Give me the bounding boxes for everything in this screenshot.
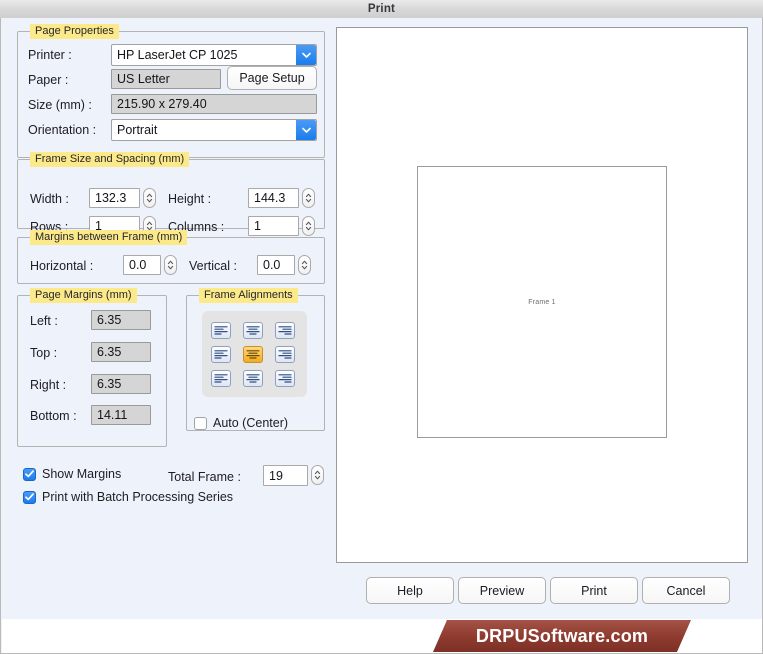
top-margin-value: 6.35 <box>97 345 122 359</box>
drpu-branding-banner: DRPUSoftware.com <box>433 620 691 652</box>
printer-select[interactable]: HP LaserJet CP 1025 <box>111 44 317 66</box>
top-margin-field: 6.35 <box>91 342 151 362</box>
batch-processing-label: Print with Batch Processing Series <box>42 490 234 504</box>
vertical-value: 0.0 <box>263 258 281 272</box>
size-value: 215.90 x 279.40 <box>117 97 207 111</box>
left-margin-value: 6.35 <box>97 313 122 327</box>
preview-button[interactable]: Preview <box>458 577 546 604</box>
right-margin-value: 6.35 <box>97 377 122 391</box>
top-margin-label: Top : <box>30 346 58 360</box>
auto-center-checkbox[interactable]: Auto (Center) <box>194 416 288 430</box>
align-top-right-button[interactable] <box>275 322 295 339</box>
window-title: Print <box>367 3 396 15</box>
chevron-down-icon[interactable] <box>296 120 316 140</box>
bottom-margin-field: 14.11 <box>91 405 151 425</box>
orientation-value: Portrait <box>117 123 158 137</box>
align-bottom-right-button[interactable] <box>275 370 295 387</box>
preview-frame-1[interactable]: Frame 1 <box>417 166 667 438</box>
bottom-margin-label: Bottom : <box>30 409 77 423</box>
page-setup-button[interactable]: Page Setup <box>227 66 317 90</box>
total-frame-label: Total Frame : <box>168 470 241 484</box>
window-titlebar: Print <box>0 0 763 19</box>
left-margin-label: Left : <box>30 314 58 328</box>
align-bottom-center-button[interactable] <box>243 370 263 387</box>
align-top-center-button[interactable] <box>243 322 263 339</box>
total-frame-value: 19 <box>269 468 283 483</box>
width-value: 132.3 <box>95 191 127 205</box>
show-margins-box[interactable] <box>23 467 36 481</box>
align-middle-left-button[interactable] <box>211 346 231 363</box>
width-label: Width : <box>30 192 69 206</box>
cancel-button[interactable]: Cancel <box>642 577 730 604</box>
height-value: 144.3 <box>254 191 286 205</box>
horizontal-label: Horizontal : <box>30 259 94 273</box>
columns-input[interactable]: 1 <box>248 216 299 236</box>
vertical-label: Vertical : <box>189 259 237 273</box>
frame-alignments-label: Frame Alignments <box>199 288 298 303</box>
auto-center-label: Auto (Center) <box>213 416 289 430</box>
height-stepper[interactable] <box>302 188 315 208</box>
preview-frame-label: Frame 1 <box>528 298 556 306</box>
drpu-branding-text: DRPUSoftware.com <box>475 625 649 646</box>
vertical-input[interactable]: 0.0 <box>257 255 295 275</box>
align-top-left-button[interactable] <box>211 322 231 339</box>
cancel-button-label: Cancel <box>666 583 706 598</box>
help-button[interactable]: Help <box>366 577 454 604</box>
printer-value: HP LaserJet CP 1025 <box>117 48 238 62</box>
horizontal-value: 0.0 <box>129 258 147 272</box>
print-preview-pane[interactable]: Frame 1 <box>336 27 748 563</box>
print-button-label: Print <box>581 583 607 598</box>
batch-processing-box[interactable] <box>23 490 36 504</box>
height-input[interactable]: 144.3 <box>248 188 299 208</box>
orientation-select[interactable]: Portrait <box>111 119 317 141</box>
help-button-label: Help <box>397 583 423 598</box>
height-label: Height : <box>168 192 212 206</box>
width-stepper[interactable] <box>143 188 156 208</box>
width-input[interactable]: 132.3 <box>89 188 140 208</box>
frame-alignments-grid <box>202 311 307 397</box>
orientation-label: Orientation : <box>28 123 97 137</box>
print-button[interactable]: Print <box>550 577 638 604</box>
horizontal-stepper[interactable] <box>164 255 177 275</box>
columns-stepper[interactable] <box>302 216 315 236</box>
left-margin-field: 6.35 <box>91 310 151 330</box>
frame-size-label: Frame Size and Spacing (mm) <box>30 152 190 167</box>
page-properties-label: Page Properties <box>30 24 119 39</box>
page-margins-label: Page Margins (mm) <box>30 288 137 303</box>
preview-button-label: Preview <box>479 583 525 598</box>
align-bottom-left-button[interactable] <box>211 370 231 387</box>
vertical-stepper[interactable] <box>298 255 311 275</box>
printer-label: Printer : <box>28 48 72 62</box>
total-frame-input[interactable]: 19 <box>263 465 308 486</box>
chevron-down-icon[interactable] <box>296 45 316 65</box>
paper-value: US Letter <box>117 72 170 86</box>
paper-label: Paper : <box>28 73 69 87</box>
total-frame-stepper[interactable] <box>311 465 324 485</box>
dialog-body: Page Properties Printer : HP LaserJet CP… <box>0 18 763 654</box>
align-middle-right-button[interactable] <box>275 346 295 363</box>
print-dialog: Print Page Properties Printer : HP Laser… <box>0 0 763 654</box>
auto-center-box[interactable] <box>194 416 207 430</box>
columns-value: 1 <box>254 219 261 233</box>
show-margins-checkbox[interactable]: Show Margins <box>23 467 121 481</box>
right-margin-field: 6.35 <box>91 374 151 394</box>
margins-between-frame-label: Margins between Frame (mm) <box>30 230 188 245</box>
show-margins-label: Show Margins <box>42 467 122 481</box>
align-middle-center-button[interactable] <box>243 346 263 363</box>
bottom-margin-value: 14.11 <box>97 408 128 422</box>
page-setup-button-label: Page Setup <box>239 71 305 85</box>
size-value-field: 215.90 x 279.40 <box>111 94 317 114</box>
horizontal-input[interactable]: 0.0 <box>123 255 161 275</box>
batch-processing-checkbox[interactable]: Print with Batch Processing Series <box>23 490 233 504</box>
size-label: Size (mm) : <box>28 98 92 112</box>
paper-value-field: US Letter <box>111 69 221 89</box>
right-margin-label: Right : <box>30 378 67 392</box>
